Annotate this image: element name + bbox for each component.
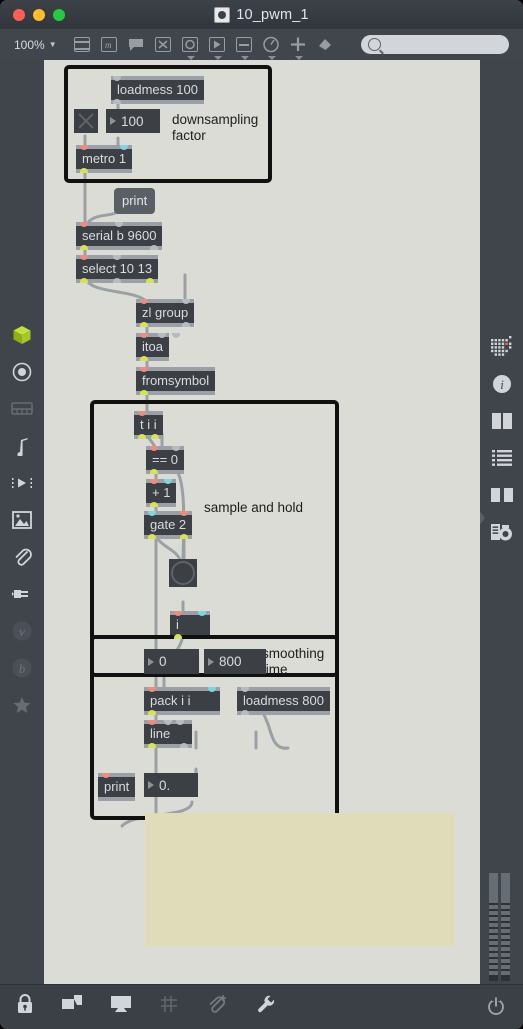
message-icon[interactable]: [127, 36, 145, 53]
keyboard-icon[interactable]: [0, 390, 44, 427]
columns-icon[interactable]: [480, 402, 523, 439]
letter-v-icon[interactable]: v: [0, 612, 44, 649]
book-icon[interactable]: [480, 476, 523, 513]
object-equals-0[interactable]: == 0: [146, 446, 185, 474]
letter-b-icon[interactable]: b: [0, 649, 44, 686]
circle-target-icon[interactable]: [0, 353, 44, 390]
button-icon[interactable]: [181, 36, 199, 60]
lock-icon[interactable]: [16, 994, 34, 1019]
paperclip-icon[interactable]: [0, 538, 44, 575]
object-print-top[interactable]: print: [114, 188, 156, 214]
toggle-icon[interactable]: [154, 36, 172, 53]
package-icon[interactable]: [0, 316, 44, 353]
numbox-triangle-icon: [110, 117, 116, 125]
bang-circle-icon: [171, 561, 195, 585]
object-serial[interactable]: serial b 9600: [76, 222, 163, 250]
background-panel[interactable]: [145, 813, 455, 946]
paint-fill-icon[interactable]: [316, 36, 334, 53]
video-icon[interactable]: [0, 464, 44, 501]
list-icon[interactable]: [480, 439, 523, 476]
object-loadmess-100[interactable]: loadmess 100: [111, 76, 204, 104]
title-bar: 10_pwm_1: [0, 0, 523, 30]
music-note-icon[interactable]: [0, 427, 44, 464]
right-sidebar: i: [480, 60, 523, 985]
svg-text:v: v: [19, 624, 25, 639]
grid-icon[interactable]: [160, 995, 178, 1018]
presentation-icon[interactable]: [110, 995, 132, 1018]
object-plus-1[interactable]: + 1: [146, 479, 177, 507]
object-loadmess-800[interactable]: loadmess 800: [237, 687, 330, 715]
object-t-i-i[interactable]: t i i: [134, 411, 163, 439]
object-pack-i-i[interactable]: pack i i: [144, 687, 220, 715]
search-icon: [368, 38, 381, 51]
copy-windows-icon[interactable]: [62, 995, 82, 1018]
search-box[interactable]: [361, 35, 509, 54]
left-sidebar: v b: [0, 60, 44, 985]
wrench-icon[interactable]: [256, 994, 276, 1019]
numbox-triangle-icon: [208, 657, 214, 666]
level-meter: [489, 873, 511, 981]
slider-icon[interactable]: [235, 36, 253, 60]
patcher-toolbar: 100% ▼ m: [0, 29, 523, 61]
number-box-float[interactable]: 0.: [144, 773, 198, 797]
number-box-zero[interactable]: 0: [144, 649, 199, 674]
window-title: 10_pwm_1: [236, 6, 309, 23]
power-icon[interactable]: [487, 997, 505, 1020]
numbox-triangle-icon: [148, 657, 154, 666]
snapshot-icon[interactable]: [480, 513, 523, 550]
plug-icon[interactable]: [0, 575, 44, 612]
smoothing-time-comment: smoothing time: [262, 646, 325, 677]
grid-matrix-icon[interactable]: [480, 328, 523, 365]
object-zl-group[interactable]: zl group: [136, 299, 195, 327]
svg-text:b: b: [19, 661, 26, 676]
number-box-downsampling[interactable]: 100: [106, 109, 160, 133]
sample-and-hold-comment: sample and hold: [204, 500, 304, 515]
add-object-icon[interactable]: [289, 36, 307, 60]
max-document-icon: [214, 6, 231, 23]
image-icon[interactable]: [0, 501, 44, 538]
playbar-icon[interactable]: [208, 36, 226, 60]
object-line[interactable]: line: [144, 720, 192, 748]
numbox-triangle-icon: [148, 781, 154, 789]
downsampling-comment: downsampling factor: [172, 112, 259, 143]
patcher-canvas[interactable]: downsampling factor loadmess 100 100 met…: [44, 60, 480, 985]
object-itoa[interactable]: itoa: [136, 333, 180, 361]
zoom-level-label[interactable]: 100%: [14, 38, 45, 52]
max-patcher-window: 10_pwm_1 100% ▼ m v b i downsampling fac…: [0, 0, 523, 1029]
search-input[interactable]: [386, 37, 500, 52]
svg-text:i: i: [500, 377, 504, 392]
number-box-800[interactable]: 800: [204, 649, 266, 674]
object-metro-1[interactable]: metro 1: [76, 145, 133, 173]
object-bang[interactable]: [169, 559, 197, 587]
object-fromsymbol[interactable]: fromsymbol: [136, 367, 216, 395]
bottom-toolbar: [0, 984, 523, 1029]
gauge-icon[interactable]: [262, 36, 280, 60]
object-gate-2[interactable]: gate 2: [144, 511, 193, 539]
object-select[interactable]: select 10 13: [76, 255, 159, 283]
info-icon[interactable]: i: [480, 365, 523, 402]
add-clipping-icon[interactable]: [206, 994, 228, 1019]
object-print-bottom[interactable]: print: [98, 773, 136, 801]
star-icon[interactable]: [0, 686, 44, 723]
patcher-windows-icon[interactable]: [73, 36, 91, 53]
object-toggle[interactable]: [74, 109, 98, 133]
comment-icon[interactable]: m: [100, 36, 118, 53]
zoom-caret-icon[interactable]: ▼: [49, 40, 57, 49]
